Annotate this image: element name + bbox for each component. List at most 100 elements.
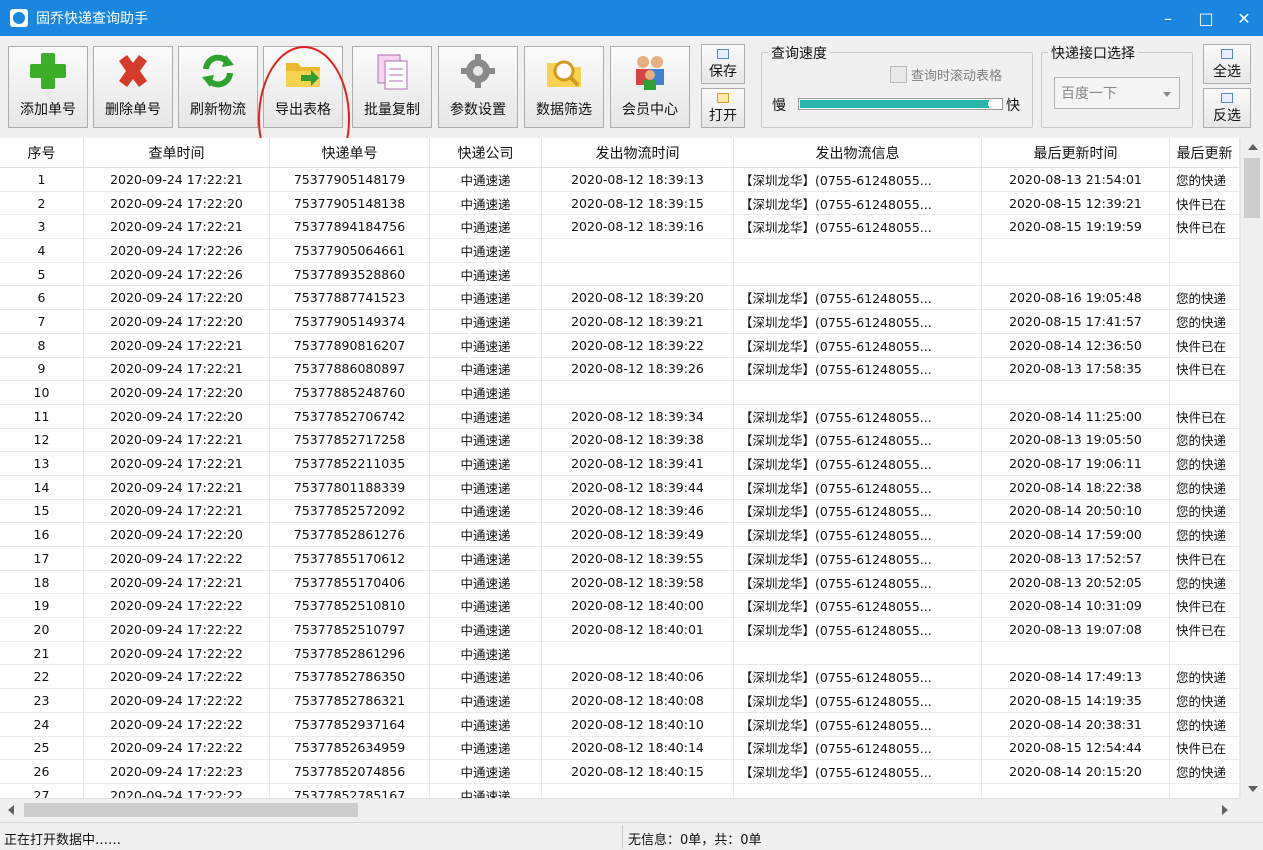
settings-button[interactable]: 参数设置 [438,46,518,128]
col-last-update-time-header[interactable]: 最后更新时间 [982,138,1170,168]
minimize-icon[interactable]: – [1149,0,1187,36]
table-row[interactable]: 17 2020-09-24 17:22:22 75377855170612 中通速递 2… [0,547,1240,571]
table-row[interactable]: 19 2020-09-24 17:22:22 75377852510810 中通速递 2… [0,594,1240,619]
table-row[interactable]: 26 2020-09-24 17:22:23 75377852074856 中通速递 2… [0,760,1240,784]
col-ship-time-cell: 2020-08-12 18:39:20 [542,286,734,310]
col-query-time-cell: 2020-09-24 17:22:22 [84,736,270,760]
col-courier-cell: 中通速递 [430,262,542,286]
speed-slider-thumb[interactable] [988,100,996,108]
open-button[interactable]: 打开 [701,88,745,128]
table-row[interactable]: 8 2020-09-24 17:22:21 75377890816207 中通速递 20… [0,333,1240,358]
scroll-down-icon[interactable] [1248,786,1258,792]
col-courier-cell: 中通速递 [430,286,542,310]
col-query-time-cell: 2020-09-24 17:22:22 [84,712,270,736]
vertical-scroll-thumb[interactable] [1244,158,1260,218]
table-row[interactable]: 13 2020-09-24 17:22:21 75377852211035 中通速递 2… [0,452,1240,476]
table-row[interactable]: 27 2020-09-24 17:22:22 75377852785167 中通速递 [0,783,1240,798]
api-select-dropdown[interactable]: 百度一下 [1054,77,1180,109]
table-row[interactable]: 23 2020-09-24 17:22:22 75377852786321 中通速递 2… [0,689,1240,713]
col-last-update-time-cell: 2020-08-14 18:22:38 [982,475,1170,499]
delete-number-button[interactable]: 删除单号 [93,46,173,128]
vertical-scrollbar[interactable] [1240,138,1263,798]
close-icon[interactable]: ✕ [1225,0,1263,36]
col-courier-cell: 中通速递 [430,215,542,239]
table-row[interactable]: 2 2020-09-24 17:22:20 75377905148138 中通速递 20… [0,191,1240,216]
add-number-button[interactable]: 添加单号 [8,46,88,128]
col-last-update-cell: 快件已在 [1170,357,1240,381]
col-ship-info-header[interactable]: 发出物流信息 [734,138,982,168]
col-ship-info-cell: 【深圳龙华】(0755-61248055... [734,712,982,736]
table-row[interactable]: 10 2020-09-24 17:22:20 75377885248760 中通速递 [0,381,1240,405]
member-center-button[interactable]: 会员中心 [610,46,690,128]
table-row[interactable]: 7 2020-09-24 17:22:20 75377905149374 中通速递 20… [0,310,1240,334]
col-ship-info-cell: 【深圳龙华】(0755-61248055... [734,760,982,783]
table-row[interactable]: 21 2020-09-24 17:22:22 75377852861296 中通速递 [0,641,1240,666]
table-row[interactable]: 3 2020-09-24 17:22:21 75377894184756 中通速递 20… [0,215,1240,240]
table-row[interactable]: 25 2020-09-24 17:22:22 75377852634959 中通速递 2… [0,736,1240,761]
table-row[interactable]: 14 2020-09-24 17:22:21 75377801188339 中通速递 2… [0,475,1240,500]
table-row[interactable]: 22 2020-09-24 17:22:22 75377852786350 中通速递 2… [0,665,1240,690]
table-row[interactable]: 20 2020-09-24 17:22:22 75377852510797 中通速递 2… [0,618,1240,642]
table-row[interactable]: 16 2020-09-24 17:22:20 75377852861276 中通速递 2… [0,523,1240,547]
col-courier-cell: 中通速递 [430,499,542,523]
col-ship-info-cell: 【深圳龙华】(0755-61248055... [734,499,982,523]
col-tracking-number-cell: 75377885248760 [270,381,430,404]
member-center-label: 会员中心 [622,102,678,118]
col-ship-info-cell: 【深圳龙华】(0755-61248055... [734,168,982,191]
table-row[interactable]: 6 2020-09-24 17:22:20 75377887741523 中通速递 20… [0,286,1240,311]
col-query-time-cell: 2020-09-24 17:22:21 [84,215,270,239]
col-ship-info-cell: 【深圳龙华】(0755-61248055... [734,594,982,618]
col-tracking-number-cell: 75377852717258 [270,428,430,452]
add-icon [28,51,68,91]
col-last-update-cell: 您的快递 [1170,286,1240,310]
col-index-cell: 12 [0,428,84,452]
col-ship-info-cell: 【深圳龙华】(0755-61248055... [734,475,982,499]
table-row[interactable]: 18 2020-09-24 17:22:21 75377855170406 中通速递 2… [0,570,1240,595]
col-ship-info-cell: 【深圳龙华】(0755-61248055... [734,215,982,239]
scroll-left-icon[interactable] [8,805,14,815]
invert-select-button[interactable]: 反选 [1203,88,1251,128]
table-row[interactable]: 5 2020-09-24 17:22:26 75377893528860 中通速递 [0,262,1240,287]
col-ship-info-cell: 【深圳龙华】(0755-61248055... [734,665,982,689]
col-last-update-time-cell: 2020-08-15 12:54:44 [982,736,1170,760]
refresh-logistics-button[interactable]: 刷新物流 [178,46,258,128]
table-row[interactable]: 1 2020-09-24 17:22:21 75377905148179 中通速递 20… [0,168,1240,192]
table-row[interactable]: 24 2020-09-24 17:22:22 75377852937164 中通速递 2… [0,712,1240,737]
select-all-button[interactable]: 全选 [1203,44,1251,84]
col-query-time-cell: 2020-09-24 17:22:21 [84,333,270,357]
data-filter-button[interactable]: 数据筛选 [524,46,604,128]
col-index-cell: 23 [0,689,84,712]
scroll-right-icon[interactable] [1222,805,1228,815]
col-index-cell: 19 [0,594,84,618]
col-courier-header[interactable]: 快递公司 [430,138,542,168]
table-row[interactable]: 11 2020-09-24 17:22:20 75377852706742 中通速递 2… [0,404,1240,429]
col-last-update-header[interactable]: 最后更新 [1170,138,1240,168]
col-courier-cell: 中通速递 [430,428,542,452]
scroll-up-icon[interactable] [1248,144,1258,150]
col-last-update-cell: 您的快递 [1170,689,1240,712]
tracking-table: 序号 查单时间 快递单号 快递公司 发出物流时间 发出物流信息 最后更新时间 最后更新 1 20… [0,138,1263,798]
table-row[interactable]: 12 2020-09-24 17:22:21 75377852717258 中通速递 2… [0,428,1240,453]
col-index-header[interactable]: 序号 [0,138,84,168]
maximize-icon[interactable]: □ [1187,0,1225,36]
col-tracking-number-cell: 75377852706742 [270,404,430,428]
status-bar: 正在打开数据中…… 无信息：0单，共：0单 [0,822,1263,850]
table-row[interactable]: 4 2020-09-24 17:22:26 75377905064661 中通速递 [0,239,1240,263]
col-last-update-time-cell: 2020-08-13 17:58:35 [982,357,1170,381]
speed-slider[interactable] [798,98,1003,110]
scroll-table-checkbox[interactable]: 查询时滚动表格 [890,65,1002,84]
members-icon [630,51,670,91]
col-tracking-number-header[interactable]: 快递单号 [270,138,430,168]
table-row[interactable]: 15 2020-09-24 17:22:21 75377852572092 中通速递 2… [0,499,1240,524]
col-tracking-number-cell: 75377852861276 [270,523,430,546]
col-query-time-header[interactable]: 查单时间 [84,138,270,168]
col-last-update-time-cell [982,381,1170,404]
col-ship-time-cell: 2020-08-12 18:39:34 [542,404,734,428]
col-ship-time-header[interactable]: 发出物流时间 [542,138,734,168]
col-courier-cell: 中通速递 [430,404,542,428]
batch-copy-button[interactable]: 批量复制 [352,46,432,128]
save-button[interactable]: 保存 [701,44,745,84]
horizontal-scrollbar[interactable] [0,798,1240,820]
horizontal-scroll-thumb[interactable] [24,803,358,817]
table-row[interactable]: 9 2020-09-24 17:22:21 75377886080897 中通速递 20… [0,357,1240,382]
